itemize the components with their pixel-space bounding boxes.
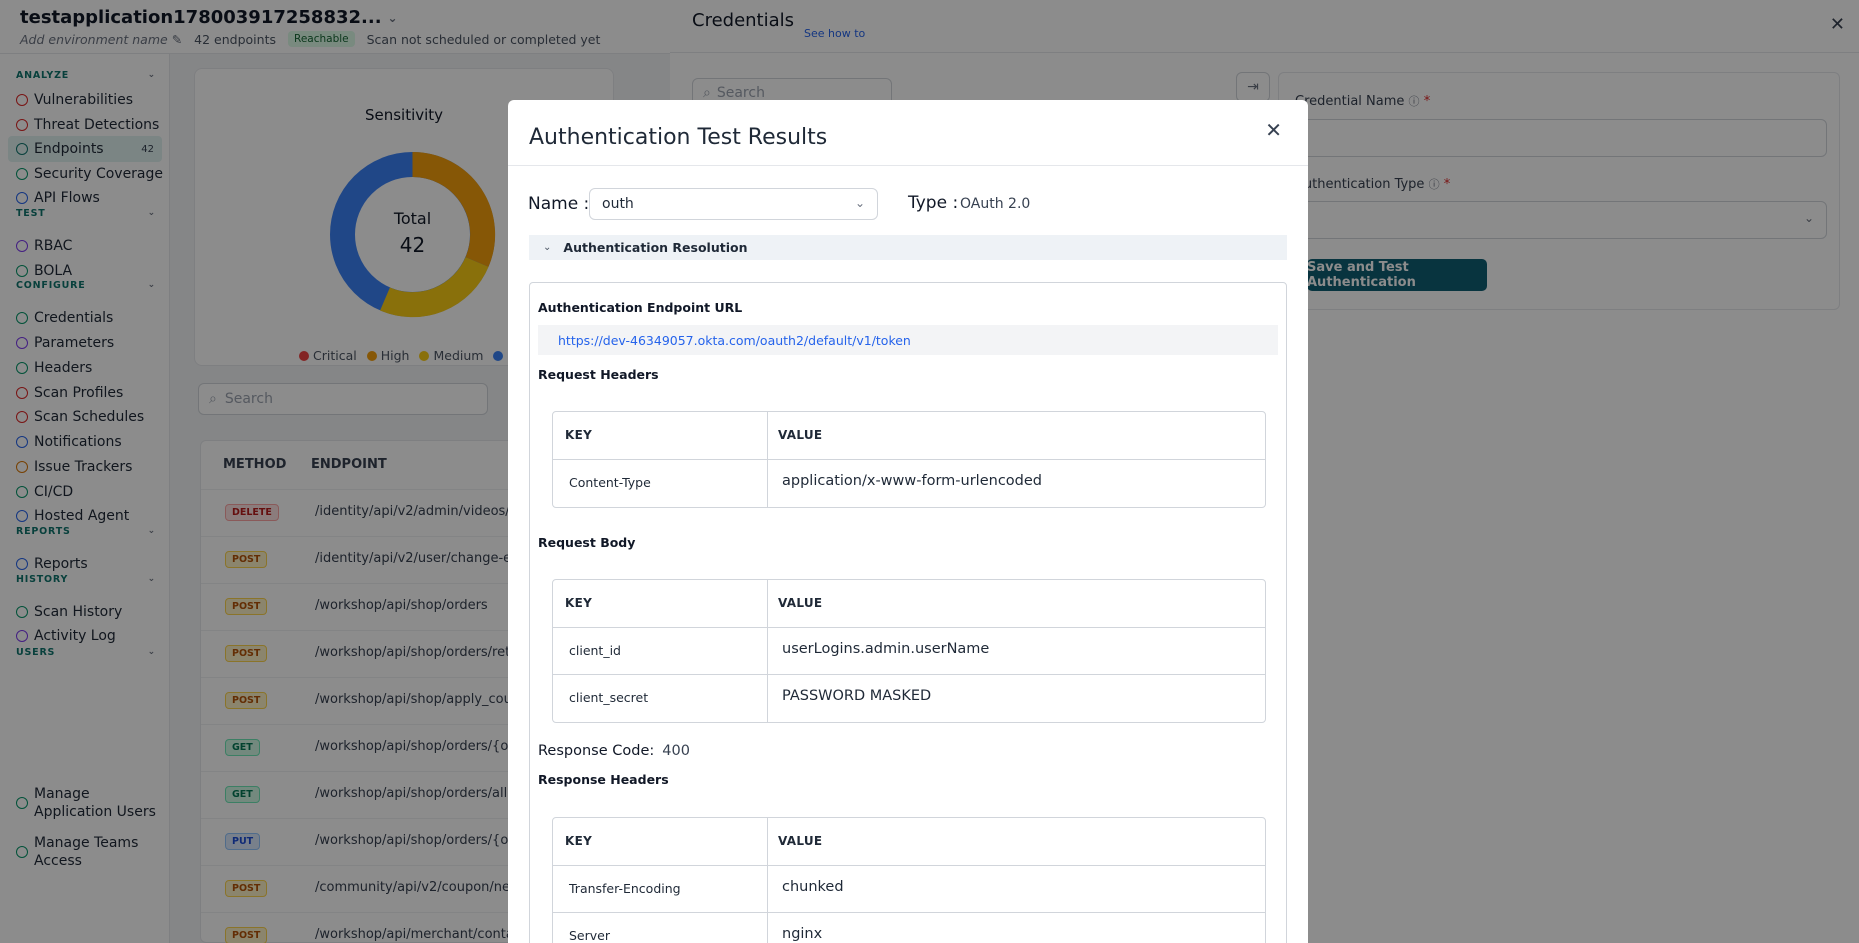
authentication-resolution-accordion[interactable]: ⌄ Authentication Resolution [529, 235, 1287, 260]
response-code: Response Code: 400 [538, 743, 690, 759]
request-body-label: Request Body [538, 535, 636, 550]
table-header: KEY VALUE [553, 412, 1265, 460]
endpoint-url-label: Authentication Endpoint URL [538, 300, 743, 315]
chevron-down-icon: ⌄ [854, 196, 865, 210]
table-row: Server nginx [569, 926, 823, 943]
table-header: KEY VALUE [553, 580, 1265, 628]
request-body-table: KEY VALUE client_id userLogins.admin.userN… [552, 579, 1266, 723]
request-headers-table: KEY VALUE Content-Type application/x-www-f… [552, 411, 1266, 508]
resolution-details: Authentication Endpoint URL https://dev-… [529, 282, 1287, 943]
type-value: OAuth 2.0 [960, 196, 1031, 212]
response-headers-label: Response Headers [538, 772, 669, 787]
table-row: Transfer-Encoding chunked [553, 866, 1265, 913]
table-header: KEY VALUE [553, 818, 1265, 866]
divider [508, 165, 1308, 166]
table-row: Content-Type application/x-www-form-urlen… [569, 473, 1042, 490]
table-row: client_secret PASSWORD MASKED [569, 688, 932, 705]
credential-name-select[interactable]: outh ⌄ [589, 188, 878, 220]
name-label: Name : [528, 194, 590, 214]
type-label: Type : [908, 193, 959, 213]
chevron-down-icon: ⌄ [543, 242, 552, 253]
modal-title: Authentication Test Results [529, 125, 828, 150]
endpoint-url[interactable]: https://dev-46349057.okta.com/oauth2/def… [538, 325, 1278, 355]
response-headers-table: KEY VALUE Transfer-Encoding chunked Server… [552, 817, 1266, 943]
close-icon[interactable]: ✕ [1265, 118, 1282, 142]
response-code-value: 400 [662, 743, 690, 759]
authentication-test-results-modal: Authentication Test Results ✕ Name : out… [508, 100, 1308, 943]
request-headers-label: Request Headers [538, 367, 659, 382]
table-row: client_id userLogins.admin.userName [553, 628, 1265, 675]
